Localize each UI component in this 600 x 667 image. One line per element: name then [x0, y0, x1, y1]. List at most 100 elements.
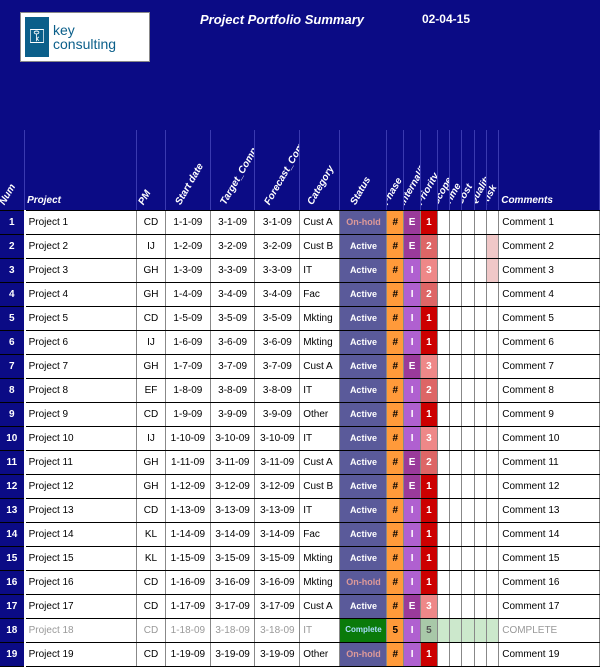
table-row[interactable]: 7Project 7GH1-7-093-7-093-7-09Cust AActi… [0, 354, 600, 378]
cell-mini [474, 594, 486, 618]
cell-category: Mkting [300, 306, 340, 330]
cell-ie: I [404, 642, 421, 666]
cell-phase: # [387, 306, 404, 330]
table-row[interactable]: 11Project 11GH1-11-093-11-093-11-09Cust … [0, 450, 600, 474]
cell-pm: IJ [136, 330, 165, 354]
cell-category: Cust A [300, 450, 340, 474]
cell-phase: # [387, 594, 404, 618]
cell-mini [486, 498, 498, 522]
asof-date: 02-04-15 [422, 12, 470, 26]
cell-ie: E [404, 210, 421, 234]
cell-priority: 1 [420, 642, 437, 666]
table-row[interactable]: 15Project 15KL1-15-093-15-093-15-09Mktin… [0, 546, 600, 570]
cell-mini [474, 522, 486, 546]
key-icon [25, 17, 49, 57]
cell-phase: # [387, 402, 404, 426]
cell-comment: Comment 10 [499, 426, 600, 450]
cell-mini [474, 210, 486, 234]
cell-pm: EF [136, 378, 165, 402]
cell-project: Project 16 [25, 570, 137, 594]
cell-mini [474, 282, 486, 306]
cell-mini [462, 282, 474, 306]
cell-comment: Comment 4 [499, 282, 600, 306]
cell-phase: # [387, 330, 404, 354]
cell-comment: Comment 11 [499, 450, 600, 474]
cell-mini [474, 402, 486, 426]
cell-num: 18 [0, 618, 25, 642]
cell-num: 17 [0, 594, 25, 618]
cell-priority: 2 [420, 282, 437, 306]
cell-comment: Comment 13 [499, 498, 600, 522]
cell-num: 12 [0, 474, 25, 498]
cell-target: 3-4-09 [210, 282, 255, 306]
cell-mini [486, 474, 498, 498]
cell-mini [486, 282, 498, 306]
cell-forecast: 3-8-09 [255, 378, 300, 402]
table-row[interactable]: 10Project 10IJ1-10-093-10-093-10-09ITAct… [0, 426, 600, 450]
cell-pm: CD [136, 402, 165, 426]
cell-num: 2 [0, 234, 25, 258]
cell-status: Active [340, 450, 387, 474]
table-row[interactable]: 17Project 17CD1-17-093-17-093-17-09Cust … [0, 594, 600, 618]
table-row[interactable]: 13Project 13CD1-13-093-13-093-13-09ITAct… [0, 498, 600, 522]
cell-start: 1-15-09 [166, 546, 211, 570]
cell-mini [486, 306, 498, 330]
cell-mini [474, 618, 486, 642]
cell-mini [450, 354, 462, 378]
cell-start: 1-16-09 [166, 570, 211, 594]
cell-ie: I [404, 618, 421, 642]
cell-num: 7 [0, 354, 25, 378]
cell-priority: 1 [420, 522, 437, 546]
table-row[interactable]: 14Project 14KL1-14-093-14-093-14-09FacAc… [0, 522, 600, 546]
table-row[interactable]: 8Project 8EF1-8-093-8-093-8-09ITActive#I… [0, 378, 600, 402]
cell-priority: 3 [420, 258, 437, 282]
table-row[interactable]: 2Project 2IJ1-2-093-2-093-2-09Cust BActi… [0, 234, 600, 258]
cell-phase: # [387, 546, 404, 570]
cell-mini [462, 258, 474, 282]
cell-mini [486, 570, 498, 594]
cell-pm: CD [136, 618, 165, 642]
cell-mini [437, 498, 449, 522]
table-row[interactable]: 1Project 1CD1-1-093-1-093-1-09Cust AOn-h… [0, 210, 600, 234]
cell-phase: 5 [387, 618, 404, 642]
cell-status: Active [340, 234, 387, 258]
cell-category: IT [300, 378, 340, 402]
cell-comment: Comment 6 [499, 330, 600, 354]
table-row[interactable]: 19Project 19CD1-19-093-19-093-19-09Other… [0, 642, 600, 666]
table-row[interactable]: 6Project 6IJ1-6-093-6-093-6-09MktingActi… [0, 330, 600, 354]
cell-num: 13 [0, 498, 25, 522]
cell-forecast: 3-9-09 [255, 402, 300, 426]
cell-mini [450, 642, 462, 666]
table-row[interactable]: 9Project 9CD1-9-093-9-093-9-09OtherActiv… [0, 402, 600, 426]
cell-mini [437, 402, 449, 426]
cell-project: Project 1 [25, 210, 137, 234]
cell-phase: # [387, 234, 404, 258]
cell-category: Fac [300, 282, 340, 306]
cell-start: 1-12-09 [166, 474, 211, 498]
cell-mini [450, 450, 462, 474]
cell-phase: # [387, 450, 404, 474]
table-row[interactable]: 5Project 5CD1-5-093-5-093-5-09MktingActi… [0, 306, 600, 330]
cell-mini [462, 522, 474, 546]
table-head: NumProjectPMStart dateTarget_Comp_DateFo… [0, 130, 600, 210]
cell-mini [462, 354, 474, 378]
table-row[interactable]: 12Project 12GH1-12-093-12-093-12-09Cust … [0, 474, 600, 498]
cell-mini [486, 378, 498, 402]
col-header: Target_Comp_Date [210, 130, 255, 210]
table-row[interactable]: 16Project 16CD1-16-093-16-093-16-09Mktin… [0, 570, 600, 594]
cell-mini [437, 306, 449, 330]
table-row[interactable]: 18Project 18CD1-18-093-18-093-18-09ITCom… [0, 618, 600, 642]
cell-start: 1-13-09 [166, 498, 211, 522]
cell-mini [474, 546, 486, 570]
cell-comment: Comment 16 [499, 570, 600, 594]
cell-mini [450, 594, 462, 618]
table-row[interactable]: 4Project 4GH1-4-093-4-093-4-09FacActive#… [0, 282, 600, 306]
cell-pm: IJ [136, 426, 165, 450]
header-bar: key consulting Project Portfolio Summary… [0, 0, 600, 130]
table-row[interactable]: 3Project 3GH1-3-093-3-093-3-09ITActive#I… [0, 258, 600, 282]
cell-mini [462, 306, 474, 330]
cell-mini [437, 546, 449, 570]
cell-ie: I [404, 258, 421, 282]
cell-mini [486, 258, 498, 282]
cell-ie: I [404, 522, 421, 546]
